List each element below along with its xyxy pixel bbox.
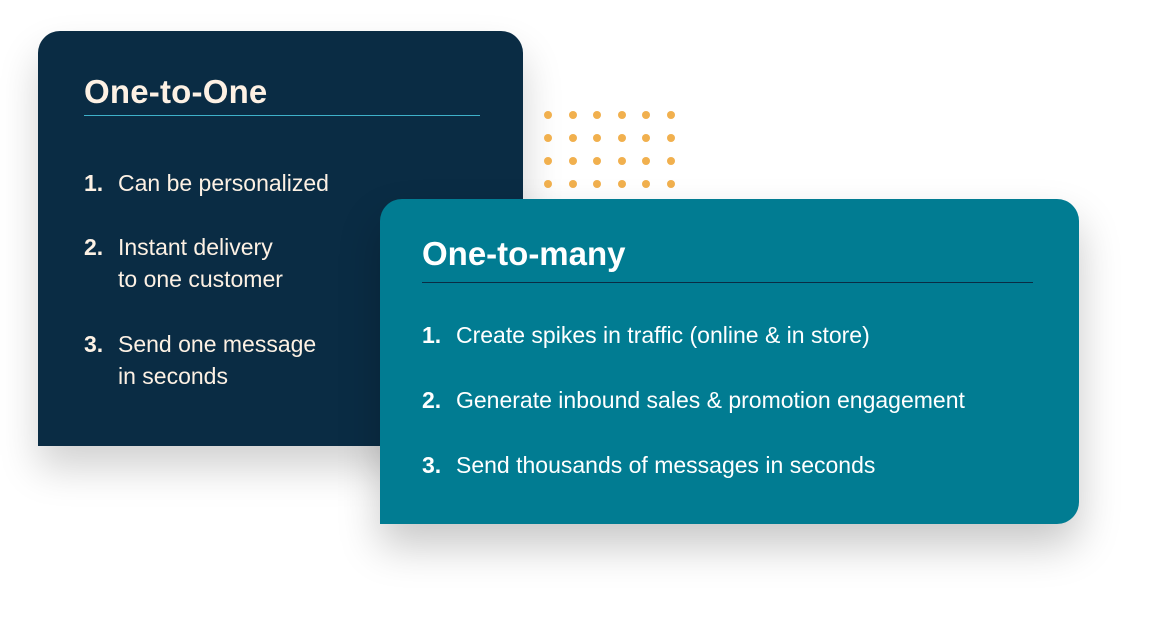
item-text: Instant delivery to one customer bbox=[118, 231, 283, 295]
item-line: in seconds bbox=[118, 363, 228, 389]
list-item: 3. Send one message in seconds bbox=[84, 328, 316, 392]
item-line: to one customer bbox=[118, 266, 283, 292]
decorative-dot bbox=[667, 157, 675, 165]
item-text: Can be personalized bbox=[118, 167, 329, 199]
decorative-dot bbox=[617, 134, 626, 142]
decorative-dot bbox=[544, 134, 552, 142]
decorative-dot bbox=[642, 134, 651, 142]
list-item: 2. Instant delivery to one customer bbox=[84, 231, 283, 295]
item-line: Send one message bbox=[118, 331, 317, 357]
decorative-dot-grid bbox=[544, 111, 684, 191]
decorative-dot bbox=[544, 180, 552, 188]
decorative-dot bbox=[642, 180, 651, 188]
decorative-dot bbox=[593, 180, 602, 188]
item-number: 2. bbox=[84, 234, 104, 260]
item-line: Instant delivery bbox=[118, 234, 273, 260]
item-text: Generate inbound sales & promotion engag… bbox=[456, 387, 965, 413]
decorative-dot bbox=[667, 134, 675, 142]
decorative-dot bbox=[593, 111, 602, 119]
list-item: 1. Create spikes in traffic (online & in… bbox=[422, 319, 870, 351]
decorative-dot bbox=[593, 134, 602, 142]
one-to-many-title: One-to-many bbox=[422, 235, 626, 272]
list-item: 3. Send thousands of messages in seconds bbox=[422, 449, 875, 481]
item-text: Create spikes in traffic (online & in st… bbox=[456, 322, 870, 348]
item-text: Send one message in seconds bbox=[118, 328, 316, 392]
item-number: 3. bbox=[84, 331, 104, 357]
item-number: 2. bbox=[422, 387, 442, 413]
one-to-many-card: One-to-many 1. Create spikes in traffic … bbox=[380, 199, 1079, 524]
decorative-dot bbox=[617, 180, 626, 188]
decorative-dot bbox=[568, 180, 577, 188]
decorative-dot bbox=[667, 180, 675, 188]
decorative-dot bbox=[544, 111, 552, 119]
one-to-one-divider bbox=[84, 115, 480, 116]
decorative-dot bbox=[617, 111, 626, 119]
one-to-many-divider bbox=[422, 282, 1033, 283]
decorative-dot bbox=[617, 157, 626, 165]
item-number: 1. bbox=[84, 170, 104, 196]
item-number: 1. bbox=[422, 322, 442, 348]
decorative-dot bbox=[667, 111, 675, 119]
decorative-dot bbox=[568, 134, 577, 142]
decorative-dot bbox=[544, 157, 552, 165]
one-to-one-title: One-to-One bbox=[84, 73, 268, 110]
decorative-dot bbox=[593, 157, 602, 165]
decorative-dot bbox=[568, 111, 577, 119]
item-line: Can be personalized bbox=[118, 170, 329, 196]
list-item: 2. Generate inbound sales & promotion en… bbox=[422, 384, 965, 416]
item-text: Send thousands of messages in seconds bbox=[456, 452, 876, 478]
item-number: 3. bbox=[422, 452, 442, 478]
decorative-dot bbox=[568, 157, 577, 165]
decorative-dot bbox=[642, 157, 651, 165]
list-item: 1. Can be personalized bbox=[84, 167, 329, 199]
decorative-dot bbox=[642, 111, 651, 119]
